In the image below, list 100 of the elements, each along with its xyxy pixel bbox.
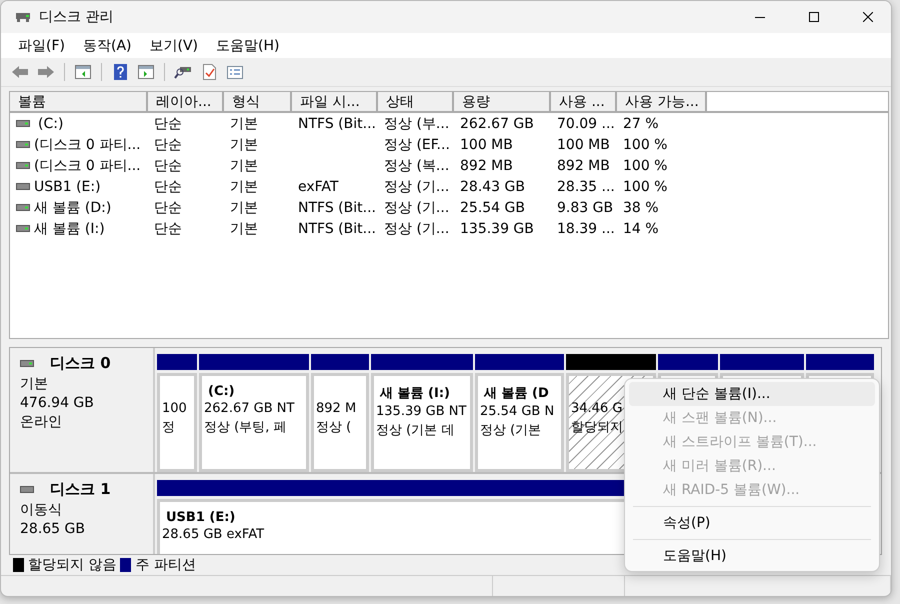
right-arrow-icon bbox=[37, 65, 55, 79]
menu-item[interactable]: 파일(F) bbox=[9, 36, 74, 54]
table-cell: 135.39 GB bbox=[460, 220, 534, 236]
table-cell: 기본 bbox=[230, 178, 258, 196]
column-header[interactable]: 레이아... bbox=[148, 92, 224, 113]
partition-bar bbox=[806, 354, 874, 370]
context-menu-item[interactable]: 새 단순 볼륨(I)... bbox=[629, 382, 875, 406]
column-header[interactable]: 사용 가능... bbox=[617, 92, 707, 113]
help-icon bbox=[114, 64, 126, 80]
magnifier-drive-icon bbox=[174, 65, 192, 79]
table-cell: 100 % bbox=[623, 178, 668, 194]
partition-detail: 34.46 G bbox=[571, 401, 622, 416]
left-arrow-icon bbox=[11, 65, 29, 79]
partition-detail: 정상 ( bbox=[316, 419, 352, 436]
table-cell: 기본 bbox=[230, 220, 258, 238]
partition-name: 새 볼륨 (D bbox=[482, 385, 549, 402]
maximize-icon bbox=[809, 12, 819, 22]
partition-detail: 100 bbox=[162, 401, 187, 416]
partition-block[interactable]: 100 정 bbox=[157, 373, 197, 472]
table-cell: (디스크 0 파티... bbox=[34, 156, 141, 174]
table-cell: exFAT bbox=[298, 178, 338, 194]
table-cell: 새 볼륨 (D:) bbox=[34, 198, 112, 216]
table-cell: 새 볼륨 (I:) bbox=[34, 220, 105, 238]
partition-name: (C:) bbox=[207, 384, 235, 399]
table-cell: 단순 bbox=[154, 136, 182, 154]
disk-name: 디스크 1 bbox=[50, 480, 111, 499]
disk-info-panel[interactable]: 디스크 0 기본 476.94 GB 온라인 bbox=[10, 348, 155, 472]
table-cell: 25.54 GB bbox=[460, 200, 525, 216]
table-cell: 정상 (복... bbox=[384, 156, 450, 174]
column-header[interactable]: 볼륨 bbox=[10, 92, 148, 113]
table-cell: 262.67 GB bbox=[460, 116, 534, 132]
table-cell: 정상 (기... bbox=[384, 198, 450, 216]
partition-block[interactable]: 새 볼륨 (D 25.54 GB N 정상 (기본 bbox=[475, 373, 564, 472]
table-cell: 기본 bbox=[230, 198, 258, 216]
table-cell: 100 MB bbox=[557, 136, 610, 152]
close-icon bbox=[863, 12, 873, 22]
partition-block[interactable]: 892 M 정상 ( bbox=[311, 373, 369, 472]
table-cell: 70.09 ... bbox=[557, 116, 615, 132]
partition-bar bbox=[311, 354, 369, 370]
drive-icon bbox=[16, 183, 30, 190]
drive-icon bbox=[16, 162, 30, 169]
table-cell: (디스크 0 파티... bbox=[34, 136, 141, 154]
table-cell: 단순 bbox=[154, 178, 182, 196]
partition-bar bbox=[658, 354, 718, 370]
disk-size: 476.94 GB bbox=[20, 395, 95, 411]
table-cell: USB1 (E:) bbox=[34, 178, 101, 194]
table-cell: 18.39 ... bbox=[557, 220, 615, 236]
table-cell: 14 % bbox=[623, 220, 659, 236]
table-cell: 정상 (부... bbox=[384, 114, 450, 132]
menu-item[interactable]: 도움말(H) bbox=[207, 36, 288, 54]
drive-icon bbox=[16, 120, 30, 127]
partition-detail: 892 M bbox=[316, 401, 356, 416]
table-cell: NTFS (Bit... bbox=[298, 116, 376, 132]
partition-block[interactable]: 새 볼륨 (I:) 135.39 GB NT 정상 (기본 데 bbox=[371, 373, 473, 472]
disk-drive-icon bbox=[15, 11, 31, 23]
table-cell: 38 % bbox=[623, 200, 659, 216]
partition-detail: 262.67 GB NT bbox=[204, 401, 294, 416]
partition-block[interactable]: (C:) 262.67 GB NT 정상 (부팅, 페 bbox=[199, 373, 309, 472]
legend-label: 할당되지 않음 bbox=[28, 556, 116, 574]
column-header[interactable]: 용량 bbox=[454, 92, 551, 113]
column-header[interactable]: 상태 bbox=[378, 92, 454, 113]
partition-name: USB1 (E:) bbox=[165, 510, 236, 525]
table-cell: NTFS (Bit... bbox=[298, 220, 376, 236]
table-cell: 28.43 GB bbox=[460, 178, 525, 194]
partition-detail: 정 bbox=[162, 419, 175, 436]
partition-detail: 정상 (기본 bbox=[480, 422, 542, 439]
table-cell: 892 MB bbox=[557, 158, 610, 174]
column-header[interactable]: 사용 ... bbox=[551, 92, 617, 113]
table-cell: 단순 bbox=[154, 156, 182, 174]
drive-icon bbox=[20, 360, 34, 367]
disk-size: 28.65 GB bbox=[20, 521, 86, 537]
partition-detail: 정상 (기본 데 bbox=[376, 422, 454, 439]
disk-status: 온라인 bbox=[20, 413, 63, 431]
partition-detail: 25.54 GB N bbox=[480, 404, 554, 419]
context-menu-item[interactable]: 도움말(H) bbox=[629, 544, 875, 568]
drive-icon bbox=[20, 486, 34, 493]
checklist-icon bbox=[227, 66, 243, 78]
table-cell: 기본 bbox=[230, 156, 258, 174]
context-menu-item[interactable]: 속성(P) bbox=[629, 511, 875, 535]
disk-name: 디스크 0 bbox=[50, 354, 111, 373]
partition-name: 새 볼륨 (I:) bbox=[378, 385, 450, 402]
minimize-icon bbox=[755, 16, 765, 18]
drive-icon bbox=[16, 141, 30, 148]
menu-item[interactable]: 동작(A) bbox=[74, 36, 140, 54]
column-header[interactable]: 파일 시... bbox=[292, 92, 378, 113]
table-cell: NTFS (Bit... bbox=[298, 200, 376, 216]
table-cell: 9.83 GB bbox=[557, 200, 614, 216]
column-header[interactable]: 형식 bbox=[224, 92, 292, 113]
disk-type: 이동식 bbox=[20, 501, 63, 519]
table-cell: 정상 (EF... bbox=[384, 136, 450, 154]
partition-detail: 28.65 GB exFAT bbox=[162, 527, 264, 542]
drive-icon bbox=[16, 225, 30, 232]
table-cell: 892 MB bbox=[460, 158, 513, 174]
table-cell: 단순 bbox=[154, 220, 182, 238]
partition-detail: 정상 (부팅, 페 bbox=[204, 419, 286, 436]
panel-icon bbox=[75, 65, 91, 79]
panel-icon bbox=[138, 65, 154, 79]
menu-item[interactable]: 보기(V) bbox=[140, 36, 208, 54]
table-cell: 100 % bbox=[623, 136, 668, 152]
partition-bar bbox=[157, 354, 197, 370]
